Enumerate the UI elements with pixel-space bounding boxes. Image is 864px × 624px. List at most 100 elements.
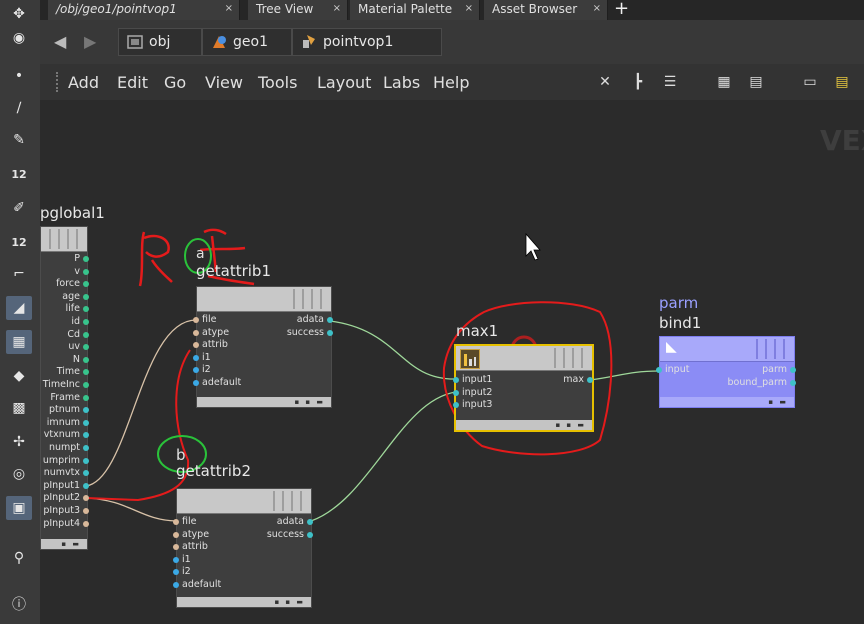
network-editor[interactable]: VEX a b pglobal1 ▪ ▬ getattrib1 ▪ ▪ ▬ ge… [40, 100, 864, 624]
tab-material-palette[interactable]: Material Palette × [350, 0, 480, 20]
port-label: TimeInc [42, 379, 80, 390]
menu-go[interactable]: Go [164, 73, 186, 92]
node-footer: ▪ ▪ ▬ [197, 397, 331, 407]
menu-view[interactable]: View [205, 73, 243, 92]
node-name-globals[interactable]: pglobal1 [40, 204, 105, 222]
breadcrumb-obj[interactable]: obj [118, 28, 202, 56]
sticky-note-icon[interactable]: ▤ [832, 72, 852, 92]
paint-icon[interactable]: ✐ [6, 196, 32, 220]
port-connector[interactable] [587, 377, 593, 383]
diamond-icon[interactable]: ◆ [6, 364, 32, 388]
image-icon[interactable]: ▣ [6, 496, 32, 520]
node-ops-icon[interactable]: ✥ [6, 2, 32, 26]
port-connector[interactable] [790, 367, 796, 373]
port-connector[interactable] [83, 394, 89, 401]
forward-arrow-icon[interactable]: ▶ [84, 32, 96, 51]
grid-view-icon[interactable]: ▤ [746, 72, 766, 92]
port-label: ptnum [48, 404, 80, 416]
close-icon[interactable]: × [593, 0, 601, 18]
port-connector[interactable] [327, 317, 333, 323]
menu-help[interactable]: Help [433, 73, 469, 92]
port-connector[interactable] [83, 520, 89, 527]
node-name-getattrib1[interactable]: getattrib1 [196, 262, 271, 280]
info-icon[interactable]: ⓘ [6, 592, 32, 616]
port-connector[interactable] [173, 544, 179, 550]
camera-icon[interactable]: ◉ [6, 26, 32, 50]
port-label: attrib [182, 541, 208, 552]
tab-tree-view[interactable]: Tree View × [248, 0, 348, 20]
numbered-tool-icon[interactable]: 12 [6, 162, 32, 186]
close-icon[interactable]: × [333, 0, 341, 18]
port-connector[interactable] [656, 367, 662, 373]
close-icon[interactable]: × [465, 0, 473, 18]
tree-layout-icon[interactable]: ┣ [628, 72, 648, 92]
wrench-icon[interactable]: ✕ [595, 72, 615, 92]
checker-icon[interactable]: ▦ [6, 330, 32, 354]
network-box-icon[interactable]: ▭ [800, 72, 820, 92]
list-view-icon[interactable]: ☰ [660, 72, 680, 92]
close-icon[interactable]: × [225, 0, 233, 18]
port-connector[interactable] [83, 319, 89, 325]
map-icon[interactable]: ▩ [6, 396, 32, 420]
port-connector[interactable] [173, 531, 179, 538]
port-connector[interactable] [327, 329, 333, 336]
tab-label: /obj/geo1/pointvop1 [56, 2, 177, 16]
port-connector[interactable] [193, 379, 199, 386]
joint-icon[interactable]: ✢ [6, 430, 32, 454]
add-tab-icon[interactable]: + [614, 0, 629, 19]
breadcrumb-geo1[interactable]: geo1 [202, 28, 292, 56]
brush-icon[interactable]: ∕ [6, 96, 32, 120]
menu-labs[interactable]: Labs [383, 73, 420, 92]
port-connector[interactable] [453, 402, 459, 408]
menu-tools[interactable]: Tools [258, 73, 297, 92]
menu-layout[interactable]: Layout [317, 73, 371, 92]
port-connector[interactable] [193, 329, 199, 336]
port-connector[interactable] [83, 356, 89, 363]
port-connector[interactable] [173, 569, 179, 575]
point-icon[interactable]: • [6, 64, 32, 88]
port-connector[interactable] [790, 379, 796, 386]
port-connector[interactable] [193, 354, 199, 361]
port-label: life [65, 303, 80, 315]
port-connector[interactable] [83, 382, 89, 388]
port-label: numpt [48, 442, 80, 453]
port-connector[interactable] [83, 256, 89, 262]
port-connector[interactable] [193, 317, 199, 323]
menu-edit[interactable]: Edit [117, 73, 148, 92]
port-connector[interactable] [83, 293, 89, 300]
port-connector[interactable] [83, 268, 89, 275]
breadcrumb-label: geo1 [233, 34, 268, 50]
tab-network-path[interactable]: /obj/geo1/pointvop1 × [48, 0, 240, 20]
pen-icon[interactable]: ✎ [6, 128, 32, 152]
color-palette-icon[interactable]: ▦ [714, 72, 734, 92]
port-connector[interactable] [173, 519, 179, 525]
port-connector[interactable] [193, 342, 199, 348]
circle-icon[interactable]: ◎ [6, 462, 32, 486]
breadcrumb-pointvop1[interactable]: pointvop1 [292, 28, 442, 56]
node-name-getattrib2[interactable]: getattrib2 [176, 462, 251, 480]
numbered-tool-2-icon[interactable]: 12 [6, 230, 32, 254]
node-name-max1[interactable]: max1 [456, 322, 498, 340]
sculpt-icon[interactable]: ◢ [6, 296, 32, 320]
edge-icon[interactable]: ⌐ [6, 262, 32, 286]
port-connector[interactable] [83, 331, 89, 338]
port-connector[interactable] [173, 556, 179, 563]
port-connector[interactable] [453, 377, 459, 383]
node-name-bind1[interactable]: bind1 [659, 314, 701, 332]
port-label: force [56, 278, 80, 290]
port-connector[interactable] [83, 457, 89, 464]
port-label: pInput4 [43, 517, 80, 529]
port-connector[interactable] [307, 519, 313, 525]
port-connector[interactable] [453, 389, 459, 396]
port-connector[interactable] [83, 445, 89, 451]
port-connector[interactable] [173, 581, 179, 588]
tab-asset-browser[interactable]: Asset Browser × [484, 0, 608, 20]
pin-icon[interactable]: ⚲ [6, 546, 32, 570]
port-connector[interactable] [307, 531, 313, 538]
port-connector[interactable] [193, 367, 199, 373]
port-connector[interactable] [83, 508, 89, 514]
back-arrow-icon[interactable]: ◀ [54, 32, 66, 51]
port-connector[interactable] [83, 419, 89, 426]
port-connector[interactable] [83, 482, 89, 489]
menu-add[interactable]: Add [68, 73, 99, 92]
